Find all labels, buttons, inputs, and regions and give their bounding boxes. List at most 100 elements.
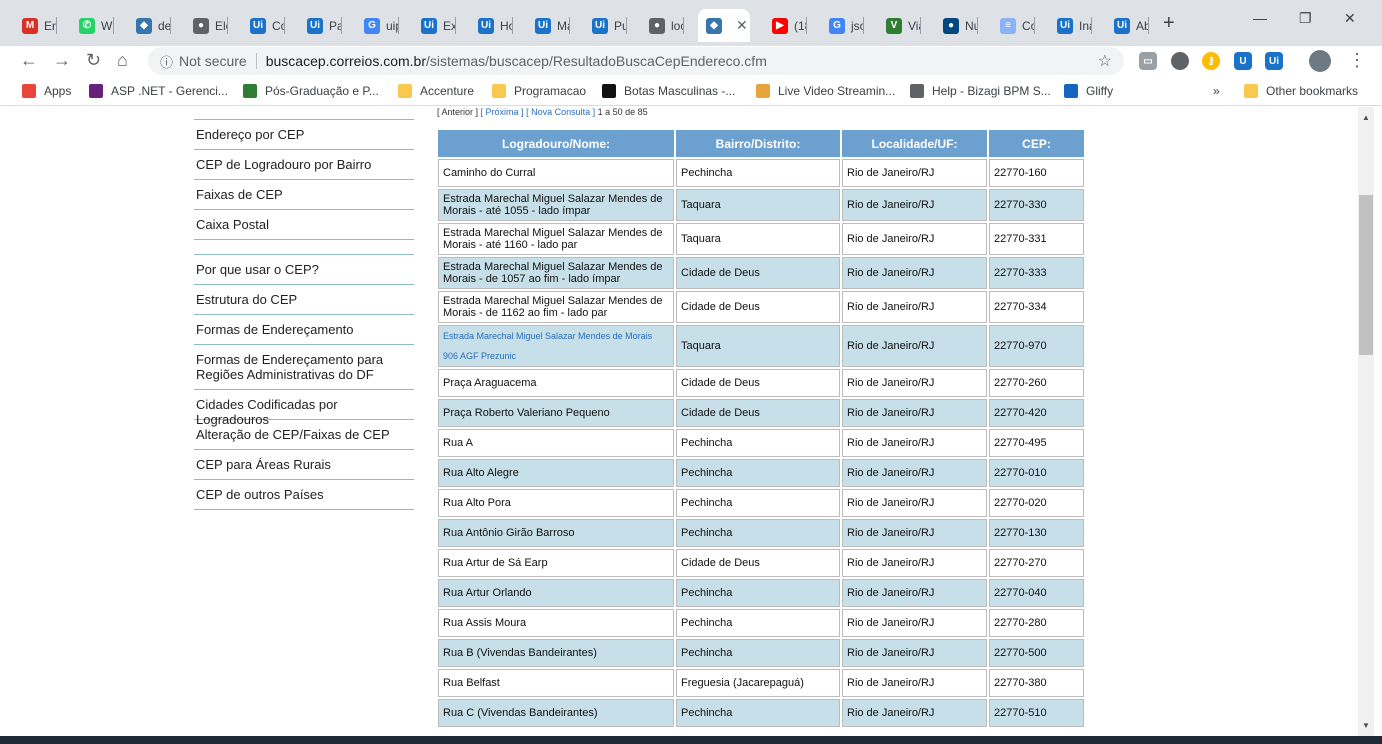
sidebar-item[interactable]: Caixa Postal <box>194 210 414 240</box>
other-bookmarks[interactable]: Other bookmarks <box>1244 84 1358 98</box>
minimize-icon[interactable]: — <box>1253 10 1267 26</box>
browser-tab[interactable]: UiPac <box>299 9 342 42</box>
profile-avatar[interactable] <box>1309 50 1331 72</box>
globe-icon: ● <box>193 17 209 34</box>
browser-tab[interactable]: MEnt <box>14 9 57 42</box>
bookmark-item[interactable]: Live Video Streamin... <box>756 84 895 98</box>
cell-localidade: Rio de Janeiro/RJ <box>842 159 987 187</box>
bookmark-item[interactable]: Gliffy <box>1064 84 1113 98</box>
scrollbar-thumb[interactable] <box>1359 195 1373 355</box>
bookmark-item[interactable]: Apps <box>22 84 71 98</box>
browser-tab[interactable]: VVia <box>878 9 921 42</box>
forward-icon[interactable]: → <box>53 50 71 71</box>
browser-tab[interactable]: Gjso <box>821 9 864 42</box>
bookmark-item[interactable]: Programacao <box>492 84 586 98</box>
cell-bairro: Cidade de Deus <box>676 291 840 323</box>
sidebar-item[interactable]: Formas de Endereçamento para Regiões Adm… <box>194 345 414 390</box>
bookmark-item[interactable]: Botas Masculinas -... <box>602 84 735 98</box>
overflow-label: » <box>1213 84 1220 98</box>
apps-grid-icon <box>22 84 36 98</box>
browser-tab[interactable]: Ui Ab <box>1106 9 1149 42</box>
browser-tab[interactable]: ◆ ✕ <box>698 9 750 42</box>
home-icon[interactable]: ⌂ <box>117 50 128 71</box>
v-icon: V <box>886 17 902 34</box>
browser-tab[interactable]: ◆def <box>128 9 171 42</box>
scroll-up-icon[interactable]: ▲ <box>1362 113 1370 122</box>
uipath-icon: Ui <box>535 17 551 34</box>
scroll-down-icon[interactable]: ▼ <box>1362 721 1370 730</box>
uipath-extension-icon[interactable]: Ui <box>1265 52 1283 70</box>
cell-localidade: Rio de Janeiro/RJ <box>842 369 987 397</box>
results-table: Logradouro/Nome: Bairro/Distrito: Locali… <box>436 128 1086 729</box>
tab-divider <box>1148 17 1149 34</box>
table-row: Rua Artur de Sá Earp Cidade de Deus Rio de… <box>438 549 1084 577</box>
browser-tab[interactable]: UiExa <box>413 9 456 42</box>
bookmark-item[interactable]: Help - Bizagi BPM S... <box>910 84 1051 98</box>
browser-tab[interactable]: Ui Co <box>242 9 285 42</box>
browser-tab[interactable]: ● Nu <box>935 9 978 42</box>
close-window-icon[interactable]: ✕ <box>1344 10 1356 27</box>
next-link[interactable]: [ Próxima ] <box>481 107 524 117</box>
sidebar-item[interactable]: Faixas de CEP <box>194 180 414 210</box>
browser-tab[interactable]: ●Elo <box>185 9 228 42</box>
prev-link[interactable]: [ Anterior ] <box>437 107 478 117</box>
browser-tab[interactable]: UiIna <box>1049 9 1092 42</box>
cell-logradouro: Caminho do Curral <box>438 159 674 187</box>
table-row: Estrada Marechal Miguel Salazar Mendes d… <box>438 223 1084 255</box>
bookmark-item[interactable]: ASP .NET - Gerenci... <box>89 84 228 98</box>
browser-tab[interactable]: ▶(18 <box>764 9 807 42</box>
sidebar-item[interactable]: CEP de Logradouro por Bairro <box>194 150 414 180</box>
browser-tab[interactable]: Guip <box>356 9 399 42</box>
sidebar-item[interactable]: Por que usar o CEP? <box>194 255 414 285</box>
tab-divider <box>569 17 570 34</box>
cell-cep: 22770-380 <box>989 669 1084 697</box>
browser-tab[interactable]: ●loc <box>641 9 684 42</box>
back-icon[interactable]: ← <box>20 50 38 71</box>
new-query-link[interactable]: [ Nova Consulta ] <box>526 107 595 117</box>
table-header-row: Logradouro/Nome: Bairro/Distrito: Locali… <box>438 130 1084 157</box>
menu-kebab-icon[interactable]: ⋮ <box>1348 50 1366 71</box>
cell-localidade: Rio de Janeiro/RJ <box>842 189 987 221</box>
table-row: Rua A Pechincha Rio de Janeiro/RJ 22770-495 <box>438 429 1084 457</box>
reload-icon[interactable]: ↻ <box>86 50 101 71</box>
tab-divider <box>806 17 807 34</box>
browser-tab[interactable]: ≡ Co <box>992 9 1035 42</box>
cell-localidade: Rio de Janeiro/RJ <box>842 325 987 367</box>
sidebar-item[interactable]: Endereço por CEP <box>194 120 414 150</box>
cast-icon[interactable]: ▭ <box>1139 52 1157 70</box>
cell-bairro: Pechincha <box>676 609 840 637</box>
bookmarks-overflow-icon[interactable]: » <box>1213 84 1220 98</box>
cell-cep: 22770-020 <box>989 489 1084 517</box>
uipath-icon: Ui <box>1114 17 1130 34</box>
bookmark-label: ASP .NET - Gerenci... <box>111 84 228 98</box>
info-icon[interactable]: ⓘ <box>160 52 173 71</box>
bookmark-item[interactable]: Pós-Graduação e P... <box>243 84 379 98</box>
cell-logradouro: Estrada Marechal Miguel Salazar Mendes d… <box>438 223 674 255</box>
sidebar-item[interactable]: Cidades Codificadas por Logradouros <box>194 390 414 427</box>
browser-tab[interactable]: UiPul <box>584 9 627 42</box>
tab-divider <box>863 17 864 34</box>
restore-icon[interactable]: ❐ <box>1299 10 1312 27</box>
uipath-icon: Ui <box>250 17 266 34</box>
cell-logradouro[interactable]: Estrada Marechal Miguel Salazar Mendes d… <box>438 325 674 367</box>
sidebar-item[interactable]: CEP de outros Países <box>194 480 414 510</box>
sidebar-item[interactable]: CEP para Áreas Rurais <box>194 450 414 480</box>
bookmark-star-icon[interactable]: ☆ <box>1098 51 1112 71</box>
sidebar-item[interactable]: Formas de Endereçamento <box>194 315 414 345</box>
tab-divider <box>170 17 171 34</box>
bookmark-item[interactable]: Accenture <box>398 84 474 98</box>
new-tab-button[interactable]: + <box>1163 12 1175 35</box>
table-row: Rua Antônio Girão Barroso Pechincha Rio de… <box>438 519 1084 547</box>
browser-tab[interactable]: UiMa <box>527 9 570 42</box>
uipath-extension-icon[interactable]: U <box>1234 52 1252 70</box>
browser-tab[interactable]: Ui Ho <box>470 9 513 42</box>
vertical-scrollbar[interactable]: ▲ ▼ <box>1358 107 1374 736</box>
uipath-icon: Ui <box>1057 17 1073 34</box>
browser-tab[interactable]: ✆Wh <box>71 9 114 42</box>
close-tab-icon[interactable]: ✕ <box>736 17 748 34</box>
address-bar[interactable]: ⓘ Not secure buscacep.correios.com.br /s… <box>148 47 1124 75</box>
cell-bairro: Pechincha <box>676 459 840 487</box>
sidebar-item[interactable]: Estrutura do CEP <box>194 285 414 315</box>
extension-circle-icon[interactable] <box>1171 52 1189 70</box>
key-extension-icon[interactable]: ⚷ <box>1202 52 1220 70</box>
